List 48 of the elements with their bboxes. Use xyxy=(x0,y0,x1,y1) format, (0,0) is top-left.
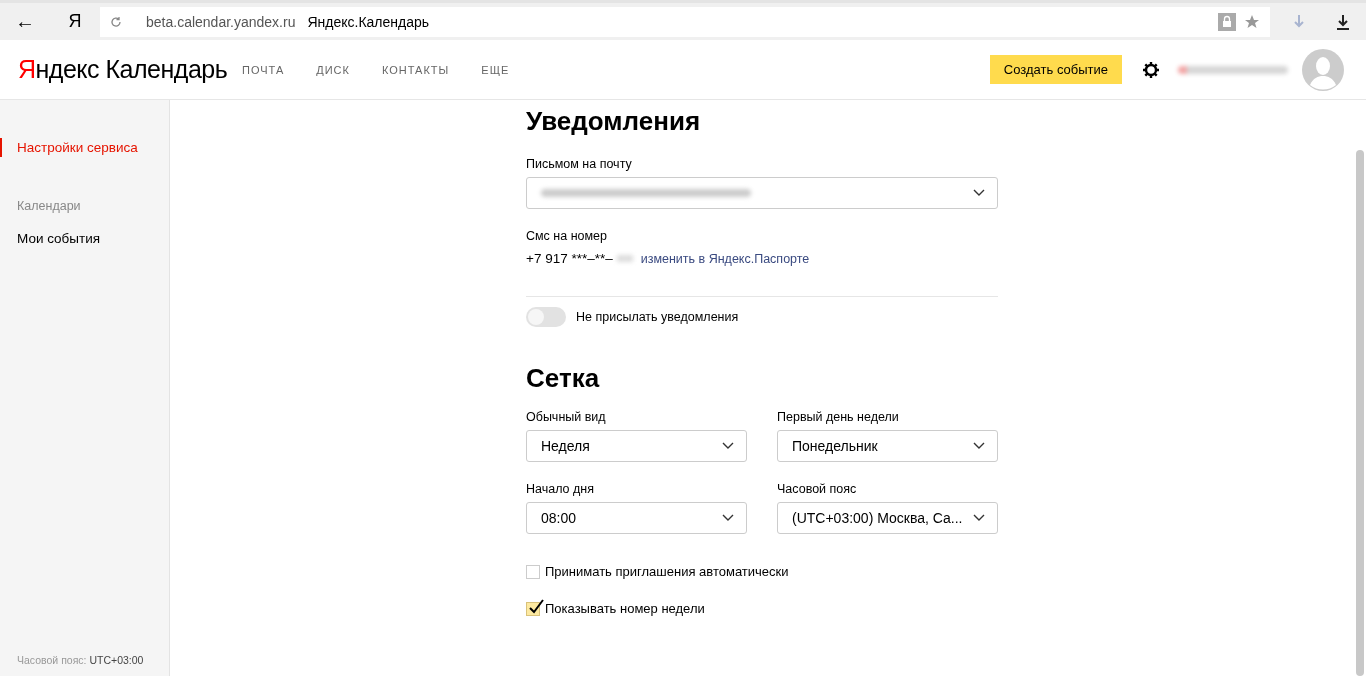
download-icon[interactable] xyxy=(1336,13,1350,30)
checkbox-label: Принимать приглашения автоматически xyxy=(545,564,789,579)
yandex-button[interactable]: Я xyxy=(50,11,100,32)
select-field[interactable]: 08:00 xyxy=(526,502,747,534)
settings-icon[interactable] xyxy=(1142,60,1160,79)
chevron-icon xyxy=(722,514,734,522)
chevron-icon xyxy=(722,442,734,450)
chevron-icon xyxy=(973,442,985,450)
timezone-text: Часовой пояс: UTC+03:00 xyxy=(16,654,145,666)
blurred-digits xyxy=(616,255,633,262)
back-button[interactable]: ← xyxy=(0,10,50,33)
address-bar[interactable]: beta.calendar.yandex.ru Яндекс.Календарь xyxy=(100,6,1270,37)
field-label: Письмом на почту xyxy=(526,157,633,171)
passport-link[interactable]: изменить в Яндекс.Паспорте xyxy=(640,251,810,266)
section-title: Уведомления xyxy=(526,106,702,137)
section-title: Сетка xyxy=(526,363,601,394)
sidebar-heading: Календари xyxy=(16,199,82,213)
logo[interactable]: Яндекс Календарь xyxy=(18,55,242,84)
select-field[interactable]: Неделя xyxy=(526,430,747,462)
nav-link[interactable]: ЕЩЕ xyxy=(481,63,510,76)
lock-icon[interactable] xyxy=(1218,12,1236,31)
sidebar-item[interactable]: Настройки сервиса xyxy=(0,138,169,157)
create-event-button[interactable]: Создать событие xyxy=(989,55,1122,84)
field-label: Смс на номер xyxy=(526,229,609,243)
field-label: Начало дня xyxy=(526,482,595,496)
nav-link[interactable]: КОНТАКТЫ xyxy=(381,63,450,76)
select-field[interactable]: (UTC+03:00) Москва, Са... xyxy=(777,502,998,534)
reload-icon[interactable] xyxy=(110,15,122,28)
sidebar-item[interactable]: Мои события xyxy=(0,229,169,248)
chevron-icon xyxy=(973,514,985,522)
toggle-label: Не присылать уведомления xyxy=(576,310,739,324)
chevron-icon xyxy=(973,189,985,197)
field-label: Первый день недели xyxy=(777,410,900,424)
field-label: Часовой пояс xyxy=(777,482,858,496)
phone-number: +7 917 ***–**– xyxy=(526,251,613,266)
url-text: beta.calendar.yandex.ru xyxy=(146,13,296,30)
nav-link[interactable]: ДИСК xyxy=(316,63,350,76)
checkbox-label: Показывать номер недели xyxy=(545,601,705,616)
field-label: Обычный вид xyxy=(526,410,607,424)
email-select[interactable] xyxy=(526,177,998,209)
page-title: Яндекс.Календарь xyxy=(307,13,430,30)
star-icon[interactable] xyxy=(1244,13,1260,30)
avatar-icon[interactable] xyxy=(1302,48,1344,91)
checkbox[interactable] xyxy=(526,564,540,579)
toggle-switch[interactable] xyxy=(526,307,566,327)
select-field[interactable]: Понедельник xyxy=(777,430,998,462)
scrollbar[interactable] xyxy=(1356,150,1364,676)
nav-link[interactable]: ПОЧТА xyxy=(242,63,285,76)
